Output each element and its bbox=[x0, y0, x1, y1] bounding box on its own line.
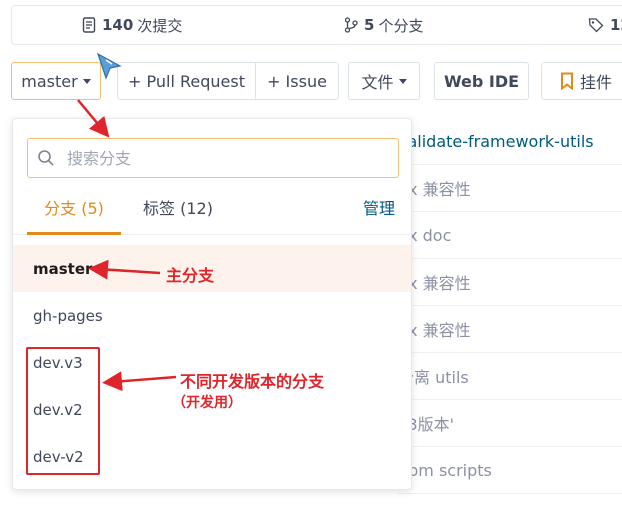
commit-icon bbox=[82, 17, 96, 33]
bookmark-icon bbox=[560, 72, 573, 90]
commits-count: 140 bbox=[102, 16, 134, 34]
list-item[interactable]: fix 兼容性 bbox=[398, 259, 622, 306]
list-item[interactable]: v3版本' bbox=[398, 400, 622, 447]
web-ide-button[interactable]: Web IDE bbox=[434, 62, 529, 100]
branch-search-box[interactable] bbox=[27, 138, 399, 178]
widget-label: 挂件 bbox=[579, 73, 612, 92]
widget-button[interactable]: 挂件 bbox=[541, 62, 622, 100]
tags-count: 12 bbox=[610, 16, 622, 34]
search-icon bbox=[38, 150, 54, 166]
dev-branches-annotation: 不同开发版本的分支 bbox=[180, 372, 325, 391]
chevron-down-icon bbox=[82, 78, 91, 84]
commit-list: validate-framework-utils fix 兼容性 fix doc… bbox=[398, 118, 622, 494]
chevron-down-icon bbox=[398, 78, 407, 84]
list-item[interactable]: npm scripts bbox=[398, 447, 622, 494]
manage-link[interactable]: 管理 bbox=[363, 191, 395, 235]
branch-select-button[interactable]: master bbox=[11, 62, 101, 100]
list-item[interactable]: 分离 utils bbox=[398, 353, 622, 400]
tag-icon bbox=[588, 18, 604, 33]
branch-icon bbox=[344, 17, 358, 33]
pr-issue-group: + Pull Request + Issue bbox=[117, 62, 339, 100]
branch-tag-tabs: 分支 (5) 标签 (12) 管理 bbox=[13, 191, 411, 235]
list-item[interactable]: fix doc bbox=[398, 212, 622, 259]
branch-search-input[interactable] bbox=[67, 148, 367, 168]
list-item[interactable]: fix 兼容性 bbox=[398, 306, 622, 353]
pull-request-button[interactable]: + Pull Request bbox=[118, 63, 256, 99]
dev-branches-highlight-box bbox=[26, 347, 100, 475]
main-branch-annotation: 主分支 bbox=[166, 266, 215, 285]
tags-stat[interactable]: 12 bbox=[588, 6, 622, 44]
commits-label: 次提交 bbox=[137, 16, 183, 35]
tab-branches[interactable]: 分支 (5) bbox=[27, 191, 121, 235]
branch-select-label: master bbox=[21, 71, 78, 91]
list-item[interactable]: validate-framework-utils bbox=[398, 118, 622, 165]
commits-stat[interactable]: 140 次提交 bbox=[82, 6, 182, 44]
branch-item-gh-pages[interactable]: gh-pages bbox=[13, 292, 411, 339]
tab-tags[interactable]: 标签 (12) bbox=[143, 191, 213, 235]
branches-count: 5 bbox=[364, 16, 375, 34]
dev-branches-annotation-sub: （开发用） bbox=[172, 395, 242, 411]
branches-label: 个分支 bbox=[378, 16, 424, 35]
repo-stats-bar: 140 次提交 5 个分支 12 bbox=[11, 5, 622, 45]
file-menu-label: 文件 bbox=[361, 73, 394, 92]
file-menu-button[interactable]: 文件 bbox=[348, 62, 420, 100]
branches-stat[interactable]: 5 个分支 bbox=[344, 6, 423, 44]
issue-button[interactable]: + Issue bbox=[256, 63, 338, 99]
list-item[interactable]: fix 兼容性 bbox=[398, 165, 622, 212]
